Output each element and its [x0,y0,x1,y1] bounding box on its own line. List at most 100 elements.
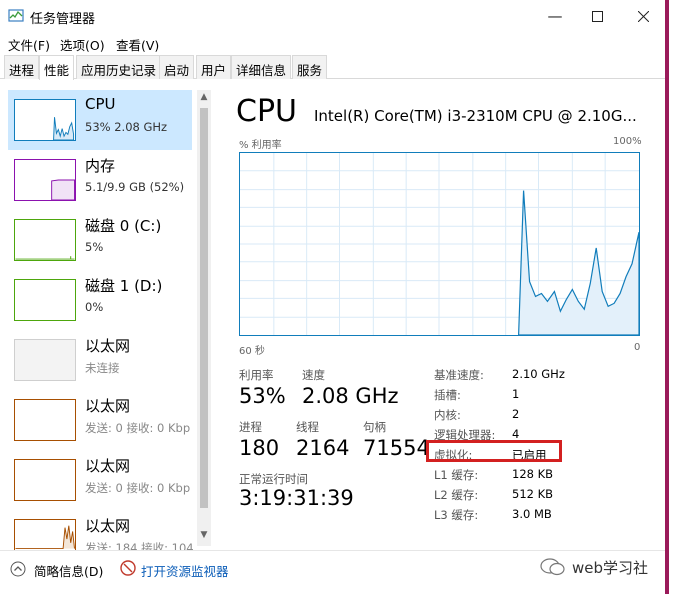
maximize-button[interactable] [574,0,620,32]
l2-cache-label: L2 缓存: [434,488,479,502]
close-icon [637,10,649,22]
sidebar-item-label: 以太网 [85,517,131,535]
speed-label: 速度 [302,368,325,382]
sidebar-item-memory[interactable]: 内存 5.1/9.9 GB (52%) [8,150,192,210]
scroll-down-icon[interactable]: ▼ [199,530,209,542]
handles-value: 71554 [363,436,430,460]
sidebar-item-label: CPU [85,95,116,113]
cpu-detail-panel: CPU Intel(R) Core(TM) i3-2310M CPU @ 2.1… [222,80,665,550]
menu-file[interactable]: 文件(F) [8,35,50,54]
sidebar-item-value: 5.1/9.9 GB (52%) [85,180,185,194]
sidebar-item-label: 磁盘 0 (C:) [85,217,162,235]
menu-options[interactable]: 选项(O) [60,35,105,54]
cpu-utilization-graph [239,152,640,336]
graph-time-end: 0 [634,342,641,353]
sidebar-item-ethernet-1[interactable]: 以太网 未连接 [8,330,192,390]
uptime-value: 3:19:31:39 [239,486,354,510]
processes-value: 180 [239,436,280,460]
chevron-up-icon[interactable] [10,561,26,577]
disk-0-thumbnail [14,219,76,261]
sidebar-item-label: 以太网 [85,337,131,355]
sidebar-item-label: 以太网 [85,457,131,475]
l1-cache-value: 128 KB [512,467,554,481]
ethernet-3-thumbnail [14,459,76,501]
sidebar-item-value: 发送: 0 接收: 0 Kbp [85,421,191,435]
graph-y-max: 100% [613,136,642,147]
sidebar-item-value: 0% [85,300,104,314]
cpu-thumbnail [14,99,76,141]
ethernet-2-thumbnail [14,399,76,441]
processes-label: 进程 [239,420,262,434]
cores-value: 2 [512,407,520,421]
sidebar-item-value: 5% [85,240,104,254]
scroll-up-icon[interactable]: ▲ [199,92,209,104]
ethernet-4-thumbnail [14,519,76,550]
cpu-usage-area [518,190,639,335]
resource-sidebar: CPU 53% 2.08 GHz 内存 5.1/9.9 GB (52%) 磁盘 … [0,80,212,550]
utilization-value: 53% [239,384,286,408]
close-button[interactable] [620,0,665,32]
minimize-icon: — [547,7,563,25]
threads-label: 线程 [296,420,319,434]
l1-cache-label: L1 缓存: [434,468,479,482]
open-resource-monitor-link[interactable]: 打开资源监视器 [141,561,229,580]
utilization-label: 利用率 [239,368,274,382]
maximize-icon [591,10,603,22]
graph-y-label: % 利用率 [239,140,282,151]
tab-users[interactable]: 用户 [196,55,232,79]
uptime-label: 正常运行时间 [239,472,308,486]
base-speed-label: 基准速度: [434,368,484,382]
tab-details[interactable]: 详细信息 [231,55,292,79]
window-title: 任务管理器 [30,12,96,27]
sidebar-item-ethernet-4[interactable]: 以太网 发送: 184 接收: 104 [8,510,194,550]
l3-cache-value: 3.0 MB [512,507,552,521]
speed-value: 2.08 GHz [302,384,399,408]
l2-cache-value: 512 KB [512,487,554,501]
sidebar-item-label: 以太网 [85,397,131,415]
disk-1-thumbnail [14,279,76,321]
ethernet-1-thumbnail [14,339,76,381]
page-title: CPU [236,94,297,129]
title-bar: 任务管理器 — [0,0,665,32]
sidebar-item-ethernet-2[interactable]: 以太网 发送: 0 接收: 0 Kbp [8,390,192,450]
minimize-button[interactable]: — [532,0,578,32]
sidebar-item-value: 53% 2.08 GHz [85,120,168,134]
memory-thumbnail [14,159,76,201]
handles-label: 句柄 [363,420,386,434]
sidebar-scrollbar[interactable]: ▲ ▼ [197,90,211,546]
tab-bar: 进程 性能 应用历史记录 启动 用户 详细信息 服务 [0,55,665,80]
sidebar-item-label: 磁盘 1 (D:) [85,277,163,295]
sockets-value: 1 [512,387,520,401]
sockets-label: 插槽: [434,388,461,402]
sidebar-item-disk-0[interactable]: 磁盘 0 (C:) 5% [8,210,192,270]
menu-view[interactable]: 查看(V) [116,35,159,54]
tab-app-history[interactable]: 应用历史记录 [76,55,162,79]
scrollbar-thumb[interactable] [200,108,208,508]
base-speed-value: 2.10 GHz [512,367,565,381]
sidebar-item-ethernet-3[interactable]: 以太网 发送: 0 接收: 0 Kbp [8,450,192,510]
task-manager-icon [8,9,24,22]
sidebar-item-value: 发送: 0 接收: 0 Kbp [85,481,191,495]
cores-label: 内核: [434,408,461,422]
tab-services[interactable]: 服务 [292,55,328,79]
threads-value: 2164 [296,436,350,460]
sidebar-item-value: 发送: 184 接收: 104 [85,541,194,550]
sidebar-item-cpu[interactable]: CPU 53% 2.08 GHz [8,90,192,150]
resource-monitor-icon[interactable] [120,560,136,576]
menu-bar: 文件(F) 选项(O) 查看(V) [0,32,665,54]
graph-time-start: 60 秒 [239,346,265,357]
tab-startup[interactable]: 启动 [159,55,195,79]
task-manager-window: 任务管理器 — 文件(F) 选项(O) 查看(V) 进程 性能 应用历史记录 启… [0,0,669,594]
footer-bar: 简略信息(D) 打开资源监视器 web学习社 [0,550,665,594]
logical-processors-value: 4 [512,427,520,441]
tab-processes[interactable]: 进程 [4,55,40,79]
sidebar-item-label: 内存 [85,157,116,175]
brief-info-link[interactable]: 简略信息(D) [34,561,103,580]
tab-performance[interactable]: 性能 [39,55,75,80]
virtualization-highlight-box [426,440,562,462]
sidebar-item-disk-1[interactable]: 磁盘 1 (D:) 0% [8,270,192,330]
l3-cache-label: L3 缓存: [434,508,479,522]
sidebar-item-value: 未连接 [85,361,120,375]
watermark-text: web学习社 [572,559,649,577]
processor-name: Intel(R) Core(TM) i3-2310M CPU @ 2.10G..… [314,107,637,125]
